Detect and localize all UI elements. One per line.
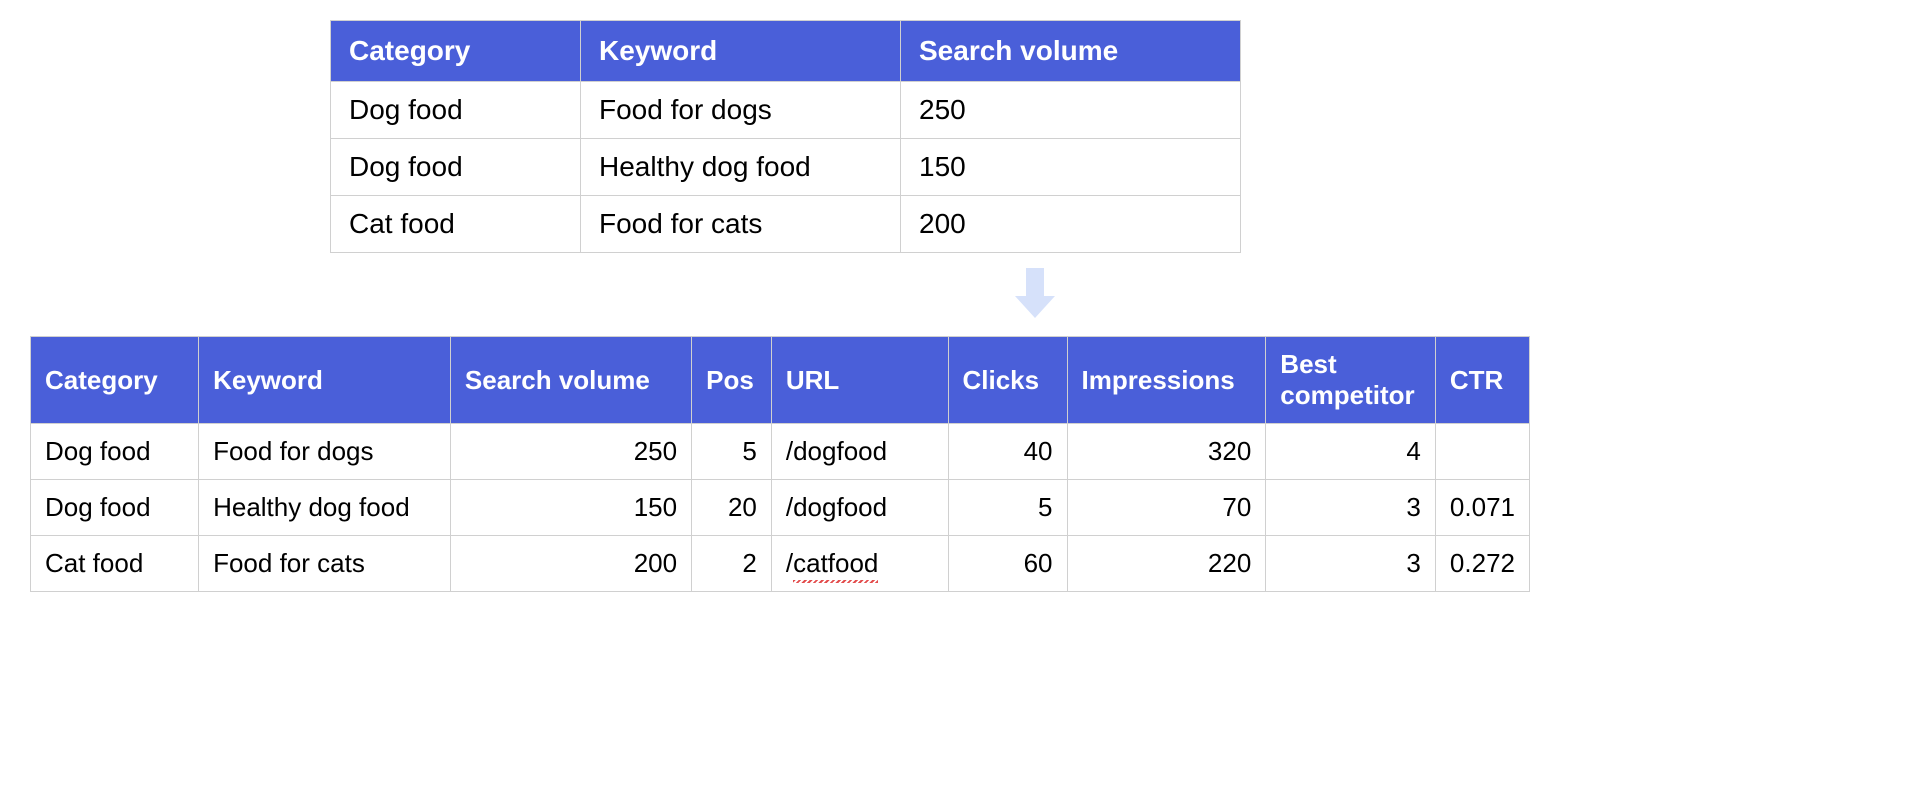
cell-pos: 2 <box>692 536 772 592</box>
col-category: Category <box>331 21 581 82</box>
cell-category: Dog food <box>31 424 199 480</box>
cell-keyword: Healthy dog food <box>581 139 901 196</box>
cell-keyword: Food for cats <box>581 196 901 253</box>
keyword-enriched-table: Category Keyword Search volume Pos URL C… <box>30 336 1530 592</box>
col-impressions: Impressions <box>1067 337 1266 424</box>
keyword-input-table: Category Keyword Search volume Dog food … <box>330 20 1241 253</box>
cell-keyword: Healthy dog food <box>199 480 451 536</box>
cell-url: /dogfood <box>771 424 948 480</box>
spellcheck-squiggle: catfood <box>793 548 878 579</box>
table-header-row: Category Keyword Search volume <box>331 21 1241 82</box>
cell-ctr <box>1435 424 1529 480</box>
cell-pos: 20 <box>692 480 772 536</box>
table-header-row: Category Keyword Search volume Pos URL C… <box>31 337 1530 424</box>
cell-volume: 250 <box>901 82 1241 139</box>
cell-category: Dog food <box>331 82 581 139</box>
col-category: Category <box>31 337 199 424</box>
cell-keyword: Food for cats <box>199 536 451 592</box>
col-volume: Search volume <box>901 21 1241 82</box>
cell-category: Dog food <box>31 480 199 536</box>
col-pos: Pos <box>692 337 772 424</box>
arrow-down-icon <box>1015 268 1055 318</box>
cell-impressions: 70 <box>1067 480 1266 536</box>
cell-impressions: 320 <box>1067 424 1266 480</box>
col-ctr: CTR <box>1435 337 1529 424</box>
col-keyword: Keyword <box>199 337 451 424</box>
cell-best: 3 <box>1266 536 1436 592</box>
cell-keyword: Food for dogs <box>581 82 901 139</box>
cell-volume: 200 <box>901 196 1241 253</box>
col-best-competitor: Best competitor <box>1266 337 1436 424</box>
table-row: Dog food Food for dogs 250 <box>331 82 1241 139</box>
cell-keyword: Food for dogs <box>199 424 451 480</box>
cell-volume: 150 <box>901 139 1241 196</box>
cell-best: 3 <box>1266 480 1436 536</box>
col-keyword: Keyword <box>581 21 901 82</box>
col-clicks: Clicks <box>948 337 1067 424</box>
col-url: URL <box>771 337 948 424</box>
cell-best: 4 <box>1266 424 1436 480</box>
table-row: Cat food Food for cats 200 2 /catfood 60… <box>31 536 1530 592</box>
table-row: Dog food Healthy dog food 150 20 /dogfoo… <box>31 480 1530 536</box>
cell-ctr: 0.272 <box>1435 536 1529 592</box>
cell-url: /dogfood <box>771 480 948 536</box>
cell-clicks: 60 <box>948 536 1067 592</box>
cell-impressions: 220 <box>1067 536 1266 592</box>
col-volume: Search volume <box>450 337 691 424</box>
table-row: Dog food Healthy dog food 150 <box>331 139 1241 196</box>
cell-clicks: 40 <box>948 424 1067 480</box>
cell-volume: 150 <box>450 480 691 536</box>
cell-url: /catfood <box>771 536 948 592</box>
table-row: Cat food Food for cats 200 <box>331 196 1241 253</box>
cell-ctr: 0.071 <box>1435 480 1529 536</box>
cell-category: Cat food <box>331 196 581 253</box>
cell-category: Dog food <box>331 139 581 196</box>
cell-pos: 5 <box>692 424 772 480</box>
cell-category: Cat food <box>31 536 199 592</box>
cell-volume: 250 <box>450 424 691 480</box>
cell-clicks: 5 <box>948 480 1067 536</box>
table-row: Dog food Food for dogs 250 5 /dogfood 40… <box>31 424 1530 480</box>
cell-volume: 200 <box>450 536 691 592</box>
